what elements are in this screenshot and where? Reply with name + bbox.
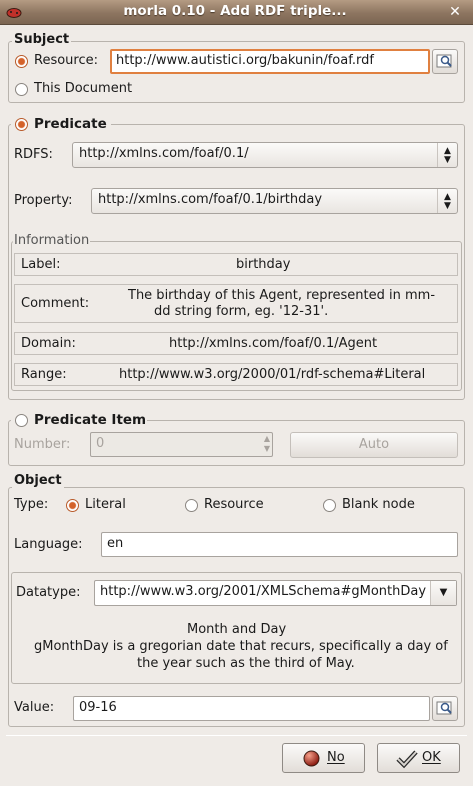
value-browse-button[interactable]	[432, 696, 458, 721]
info-label-key: Label:	[21, 257, 61, 272]
datatype-desc-line2: the year such as the third of May.	[137, 656, 355, 671]
predicate-item-radio[interactable]	[15, 414, 28, 427]
datatype-label: Datatype:	[16, 585, 81, 600]
rdfs-label: RDFS:	[14, 147, 53, 162]
subject-title: Subject	[12, 32, 72, 47]
info-comment-key: Comment:	[21, 296, 90, 311]
number-label: Number:	[14, 437, 71, 452]
type-literal-label: Literal	[85, 497, 126, 512]
combo-arrows-icon: ▲ ▼	[437, 143, 457, 167]
ok-button[interactable]: OK	[377, 743, 460, 773]
info-domain-value: http://xmlns.com/foaf/0.1/Agent	[169, 336, 378, 351]
type-blank-node-label: Blank node	[342, 497, 415, 512]
type-label: Type:	[14, 497, 49, 512]
datatype-desc-line1: gMonthDay is a gregorian date that recur…	[34, 639, 448, 654]
auto-button[interactable]: Auto	[290, 432, 458, 458]
spin-arrows-icon: ▲ ▼	[263, 434, 270, 453]
info-comment-row: Comment: The birthday of this Agent, rep…	[14, 284, 458, 323]
datatype-value: http://www.w3.org/2001/XMLSchema#gMonthD…	[100, 584, 427, 599]
property-value: http://xmlns.com/foaf/0.1/birthday	[98, 192, 323, 207]
rdfs-combo[interactable]: http://xmlns.com/foaf/0.1/ ▲ ▼	[72, 142, 458, 168]
ok-check-icon	[396, 750, 418, 769]
info-comment-line2: dd string form, eg. '12-31'.	[154, 304, 329, 319]
predicate-item-title: Predicate Item	[34, 412, 147, 428]
number-value: 0	[96, 436, 105, 451]
predicate-radio[interactable]	[15, 118, 28, 131]
info-range-key: Range:	[21, 367, 67, 382]
datatype-heading: Month and Day	[187, 622, 287, 637]
value-label: Value:	[14, 700, 55, 715]
subject-browse-button[interactable]	[432, 49, 458, 74]
language-label: Language:	[14, 537, 83, 552]
subject-resource-input[interactable]: http://www.autistici.org/bakunin/foaf.rd…	[110, 49, 430, 74]
value-input[interactable]: 09-16	[73, 696, 430, 721]
info-label-value: birthday	[236, 257, 291, 272]
info-label-row: Label: birthday	[14, 253, 458, 276]
info-domain-row: Domain: http://xmlns.com/foaf/0.1/Agent	[14, 332, 458, 355]
property-label: Property:	[14, 193, 73, 208]
no-red-ball-icon	[303, 750, 320, 767]
datatype-combo[interactable]: http://www.w3.org/2001/XMLSchema#gMonthD…	[94, 580, 457, 606]
information-title: Information	[13, 233, 91, 248]
ok-button-label: OK	[422, 750, 441, 765]
language-input[interactable]: en	[101, 532, 458, 557]
info-range-row: Range: http://www.w3.org/2000/01/rdf-sch…	[14, 363, 458, 386]
info-comment-line1: The birthday of this Agent, represented …	[128, 288, 436, 303]
subject-resource-label: Resource:	[34, 53, 98, 68]
no-button-label: No	[327, 750, 345, 765]
property-combo[interactable]: http://xmlns.com/foaf/0.1/birthday ▲ ▼	[91, 188, 458, 214]
info-domain-key: Domain:	[21, 336, 76, 351]
rdfs-value: http://xmlns.com/foaf/0.1/	[79, 146, 249, 161]
window-title: morla 0.10 - Add RDF triple...	[123, 3, 347, 19]
no-button[interactable]: No	[282, 743, 365, 773]
predicate-title: Predicate	[34, 116, 107, 132]
type-blank-node-radio[interactable]	[323, 499, 336, 512]
close-icon[interactable]: ✕	[446, 4, 464, 21]
type-literal-radio[interactable]	[66, 499, 79, 512]
magnifier-icon	[436, 54, 452, 68]
subject-resource-radio[interactable]	[15, 55, 28, 68]
ladybug-icon	[6, 8, 22, 18]
magnifier-icon	[436, 701, 452, 715]
number-spin-input[interactable]: 0 ▲ ▼	[90, 432, 273, 457]
info-range-value: http://www.w3.org/2000/01/rdf-schema#Lit…	[119, 367, 426, 382]
object-title: Object	[12, 473, 64, 488]
subject-this-document-label: This Document	[34, 81, 133, 96]
type-resource-radio[interactable]	[185, 499, 198, 512]
subject-this-document-radio[interactable]	[15, 83, 28, 96]
combo-arrows-icon: ▲ ▼	[437, 189, 457, 213]
button-separator	[6, 735, 467, 736]
dropdown-arrow-icon[interactable]: ▼	[430, 581, 456, 605]
type-resource-label: Resource	[204, 497, 264, 512]
